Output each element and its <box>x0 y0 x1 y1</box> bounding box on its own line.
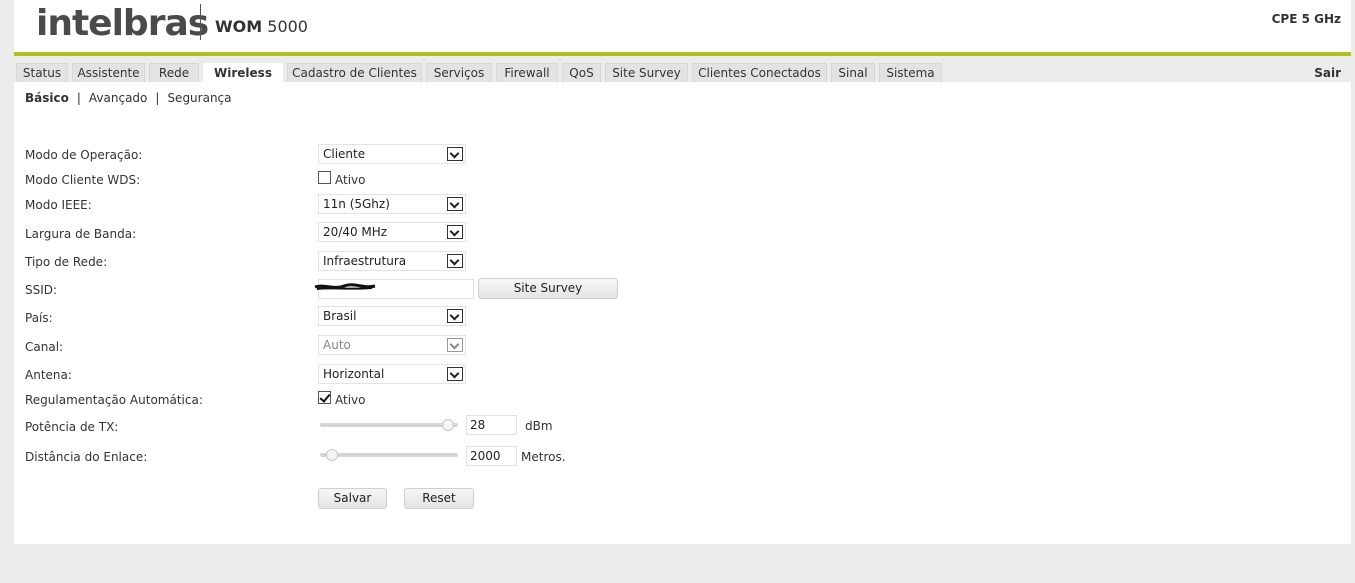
subnav: Básico | Avançado | Segurança <box>25 91 232 105</box>
reset-button[interactable]: Reset <box>404 488 474 509</box>
tx-power-unit: dBm <box>525 419 553 433</box>
link-distance-slider-handle[interactable] <box>326 449 339 461</box>
antenna-label: Antena: <box>25 368 72 382</box>
chevron-down-icon <box>447 197 463 211</box>
product-prefix: WOM <box>215 17 263 36</box>
link-distance-input[interactable]: 2000 <box>466 446 517 466</box>
device-label: CPE 5 GHz <box>1271 12 1341 26</box>
chevron-down-icon <box>447 338 463 352</box>
save-button[interactable]: Salvar <box>318 488 387 509</box>
tab-clientes-conectados[interactable]: Clientes Conectados <box>692 63 827 82</box>
tab-site-survey[interactable]: Site Survey <box>605 63 688 82</box>
subnav-basico[interactable]: Básico <box>25 91 69 105</box>
channel-select[interactable]: Auto <box>318 335 466 355</box>
brand-logo: intelbras <box>36 3 209 44</box>
network-type-value: Infraestrutura <box>323 254 407 268</box>
redaction-scribble <box>314 283 376 290</box>
bandwidth-select[interactable]: 20/40 MHz <box>318 222 466 242</box>
site-survey-button[interactable]: Site Survey <box>478 278 618 299</box>
antenna-select[interactable]: Horizontal <box>318 364 466 384</box>
subnav-separator: | <box>76 91 81 105</box>
channel-label: Canal: <box>25 340 64 354</box>
tx-power-slider-handle[interactable] <box>442 419 455 431</box>
subnav-avancado[interactable]: Avançado <box>89 91 147 105</box>
tab-firewall[interactable]: Firewall <box>496 63 558 82</box>
tab-cadastro-clientes[interactable]: Cadastro de Clientes <box>287 63 422 82</box>
country-select[interactable]: Brasil <box>318 306 466 326</box>
bandwidth-value: 20/40 MHz <box>323 225 388 239</box>
antenna-value: Horizontal <box>323 367 385 381</box>
product-name: WOM 5000 <box>215 17 308 36</box>
tx-power-input[interactable]: 28 <box>466 415 517 435</box>
subnav-seguranca[interactable]: Segurança <box>167 91 231 105</box>
tab-rede[interactable]: Rede <box>149 63 199 82</box>
operation-mode-select[interactable]: Cliente <box>318 144 466 164</box>
tab-assistente[interactable]: Assistente <box>72 63 145 82</box>
wds-client-mode-label: Modo Cliente WDS: <box>25 173 141 187</box>
network-type-label: Tipo de Rede: <box>25 255 108 269</box>
product-number: 5000 <box>267 17 308 36</box>
wds-client-mode-checkbox[interactable] <box>318 171 331 184</box>
tab-status[interactable]: Status <box>16 63 68 82</box>
tab-wireless[interactable]: Wireless <box>203 63 283 83</box>
wireless-basic-panel: Básico | Avançado | Segurança Modo de Operaç… <box>14 82 1351 544</box>
auto-regulation-label: Regulamentação Automática: <box>25 393 203 407</box>
logout-link[interactable]: Sair <box>1314 66 1341 80</box>
chevron-down-icon <box>447 309 463 323</box>
header: intelbras WOM 5000 CPE 5 GHz <box>14 0 1351 52</box>
operation-mode-label: Modo de Operação: <box>25 148 143 162</box>
chevron-down-icon <box>447 254 463 268</box>
operation-mode-value: Cliente <box>323 147 366 161</box>
ssid-label: SSID: <box>25 283 58 297</box>
ieee-mode-select[interactable]: 11n (5Ghz) <box>318 194 466 214</box>
link-distance-label: Distância do Enlace: <box>25 450 148 464</box>
tab-sinal[interactable]: Sinal <box>831 63 875 82</box>
chevron-down-icon <box>447 147 463 161</box>
tx-power-label: Potência de TX: <box>25 420 119 434</box>
tab-qos[interactable]: QoS <box>562 63 601 82</box>
auto-regulation-checkbox-label: Ativo <box>335 393 366 407</box>
subnav-separator: | <box>155 91 160 105</box>
link-distance-slider[interactable] <box>320 453 458 457</box>
chevron-down-icon <box>447 367 463 381</box>
ieee-mode-value: 11n (5Ghz) <box>323 197 390 211</box>
tx-power-slider[interactable] <box>320 423 458 427</box>
auto-regulation-checkbox[interactable] <box>318 391 331 404</box>
tab-servicos[interactable]: Serviços <box>426 63 492 82</box>
wds-client-mode-checkbox-label: Ativo <box>335 173 366 187</box>
link-distance-unit: Metros. <box>521 450 566 464</box>
chevron-down-icon <box>447 225 463 239</box>
main-tabs: Status Assistente Rede Wireless Cadastro… <box>14 56 1351 83</box>
ieee-mode-label: Modo IEEE: <box>25 198 92 212</box>
logo-divider <box>200 4 201 40</box>
bandwidth-label: Largura de Banda: <box>25 227 137 241</box>
country-label: País: <box>25 311 53 325</box>
network-type-select[interactable]: Infraestrutura <box>318 251 466 271</box>
channel-value: Auto <box>323 338 351 352</box>
tab-sistema[interactable]: Sistema <box>879 63 942 82</box>
country-value: Brasil <box>323 309 357 323</box>
